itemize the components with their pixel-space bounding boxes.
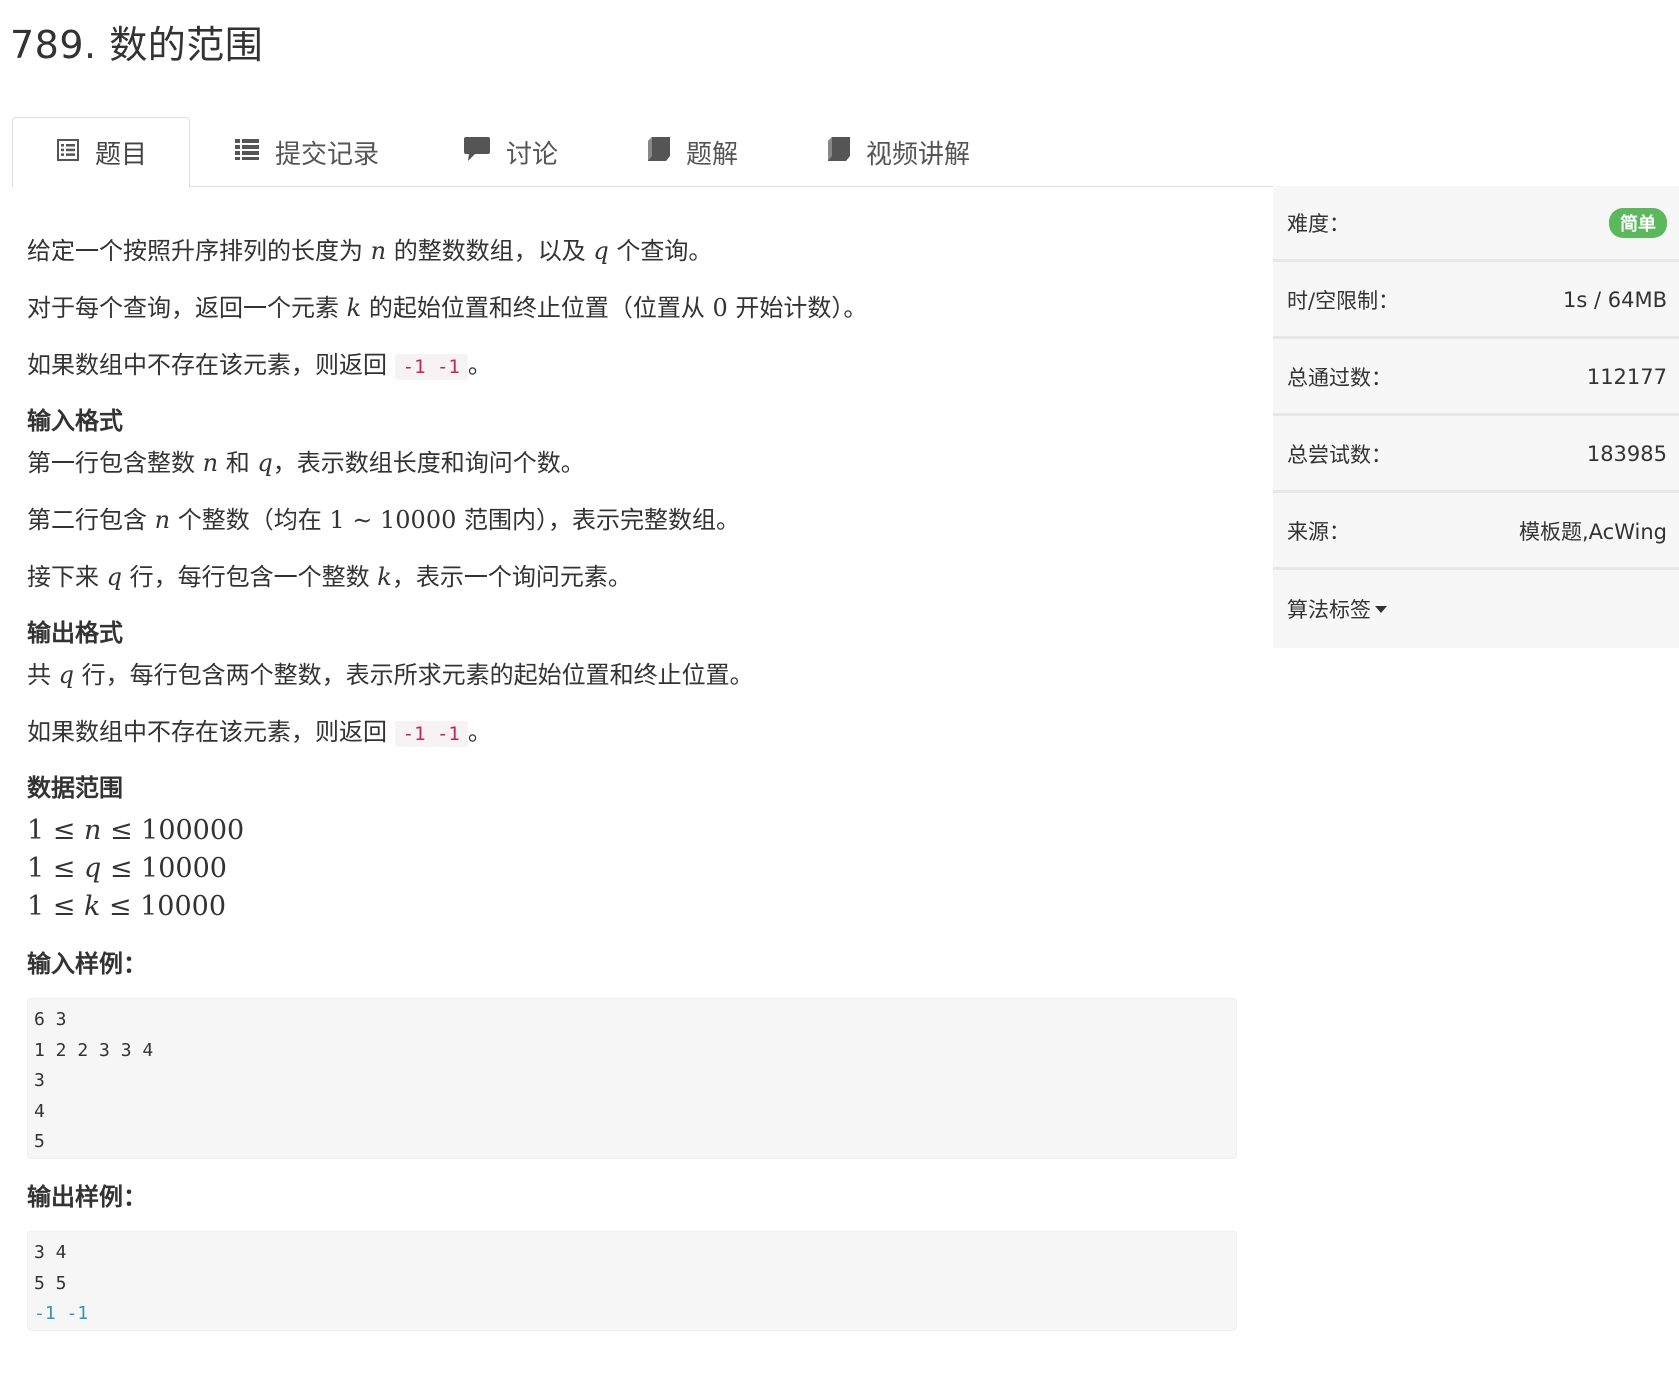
inline-code: -1 -1 bbox=[394, 721, 468, 747]
book-icon bbox=[648, 136, 670, 168]
limit-value: 1s / 64MB bbox=[1563, 287, 1667, 312]
tab-bar: 题目 提交记录 讨论 题解 视频讲解 bbox=[12, 117, 1679, 188]
caret-down-icon bbox=[1375, 605, 1387, 613]
tab-label: 题解 bbox=[686, 139, 739, 170]
output-format-line: 共 q 行，每行包含两个整数，表示所求元素的起始位置和终止位置。 bbox=[27, 661, 754, 689]
source-label: 来源： bbox=[1287, 519, 1350, 544]
tab-video[interactable]: 视频讲解 bbox=[828, 117, 970, 187]
statement-paragraph: 给定一个按照升序排列的长度为 n 的整数数组，以及 q 个查询。 bbox=[27, 237, 713, 265]
sample-input-heading: 输入样例： bbox=[27, 950, 147, 978]
list-alt-icon bbox=[57, 138, 79, 168]
limit-label: 时/空限制： bbox=[1287, 288, 1400, 313]
problem-info-panel: 难度： 简单 时/空限制： 1s / 64MB 总通过数： 112177 总尝试… bbox=[1273, 186, 1679, 648]
page-title: 789. 数的范围 bbox=[10, 23, 264, 67]
algorithm-tags-toggle[interactable]: 算法标签 bbox=[1273, 571, 1679, 647]
output-format-heading: 输出格式 bbox=[27, 619, 123, 647]
tried-row: 总尝试数： 183985 bbox=[1273, 417, 1679, 493]
inline-code: -1 -1 bbox=[394, 354, 468, 380]
passed-value: 112177 bbox=[1586, 364, 1667, 389]
data-range-heading: 数据范围 bbox=[27, 774, 123, 802]
range-line: 1 ≤ k ≤ 10000 bbox=[27, 891, 227, 922]
input-format-line: 第一行包含整数 n 和 q，表示数组长度和询问个数。 bbox=[27, 449, 585, 477]
sample-output-code[interactable]: 3 45 5 -1 -1 bbox=[27, 1231, 1237, 1331]
output-format-line: 如果数组中不存在该元素，则返回 -1 -1。 bbox=[27, 718, 492, 747]
difficulty-label: 难度： bbox=[1287, 211, 1350, 236]
tab-discussion[interactable]: 讨论 bbox=[464, 117, 558, 187]
source-value: 模板题,AcWing bbox=[1519, 519, 1667, 544]
range-line: 1 ≤ n ≤ 100000 bbox=[27, 815, 245, 846]
passed-row: 总通过数： 112177 bbox=[1273, 340, 1679, 416]
limit-row: 时/空限制： 1s / 64MB bbox=[1273, 263, 1679, 339]
algorithm-tags-label: 算法标签 bbox=[1287, 598, 1371, 622]
difficulty-row: 难度： 简单 bbox=[1273, 186, 1679, 262]
input-format-line: 第二行包含 n 个整数（均在 1 ∼ 10000 范围内），表示完整数组。 bbox=[27, 506, 740, 534]
book-icon bbox=[828, 136, 850, 168]
difficulty-badge: 简单 bbox=[1609, 207, 1667, 238]
comment-icon bbox=[464, 136, 490, 168]
tab-label: 提交记录 bbox=[275, 139, 380, 170]
range-line: 1 ≤ q ≤ 10000 bbox=[27, 853, 227, 884]
list-icon bbox=[235, 137, 259, 167]
input-format-heading: 输入格式 bbox=[27, 407, 123, 435]
tab-problem[interactable]: 题目 bbox=[12, 117, 190, 188]
sample-output-heading: 输出样例： bbox=[27, 1183, 147, 1211]
tab-label: 视频讲解 bbox=[866, 139, 971, 170]
sample-input-code[interactable]: 6 31 2 2 3 3 4345 bbox=[27, 998, 1237, 1159]
data-range-block: 1 ≤ n ≤ 100000 1 ≤ q ≤ 10000 1 ≤ k ≤ 100… bbox=[27, 812, 1237, 926]
problem-content: 给定一个按照升序排列的长度为 n 的整数数组，以及 q 个查询。 对于每个查询，… bbox=[27, 187, 1237, 1331]
statement-paragraph: 对于每个查询，返回一个元素 k 的起始位置和终止位置（位置从 0 开始计数）。 bbox=[27, 294, 868, 322]
source-row: 来源： 模板题,AcWing bbox=[1273, 494, 1679, 570]
tried-value: 183985 bbox=[1586, 441, 1667, 466]
tab-label: 题目 bbox=[95, 140, 148, 170]
passed-label: 总通过数： bbox=[1287, 365, 1392, 390]
tried-label: 总尝试数： bbox=[1287, 442, 1392, 467]
input-format-line: 接下来 q 行，每行包含一个整数 k，表示一个询问元素。 bbox=[27, 563, 632, 591]
tab-solutions[interactable]: 题解 bbox=[648, 117, 738, 187]
tab-label: 讨论 bbox=[506, 139, 559, 170]
tab-submissions[interactable]: 提交记录 bbox=[235, 117, 379, 187]
statement-paragraph: 如果数组中不存在该元素，则返回 -1 -1。 bbox=[27, 351, 492, 380]
